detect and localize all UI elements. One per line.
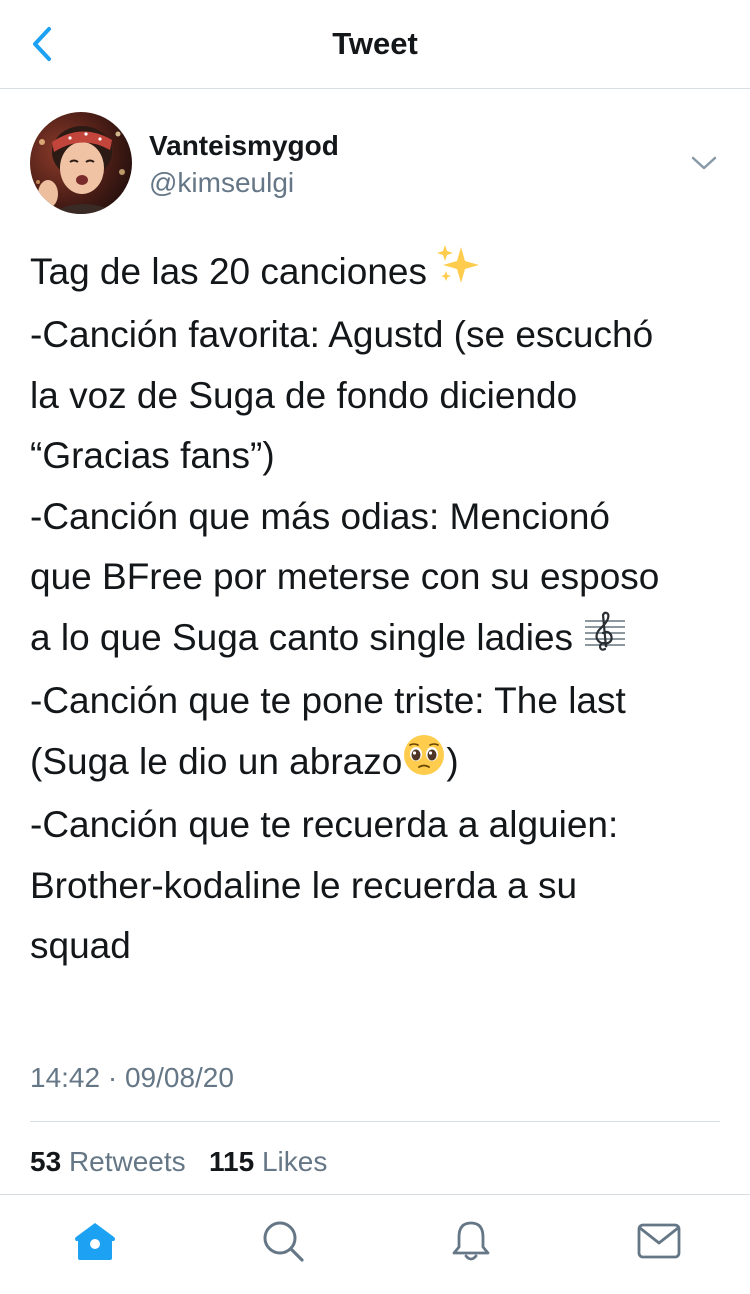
tweet-stats: 53 Retweets 115 Likes bbox=[30, 1146, 327, 1178]
tweet-line: Tag de las 20 canciones bbox=[30, 242, 730, 305]
pleading-face-icon bbox=[402, 733, 446, 796]
retweets-count: 53 bbox=[30, 1146, 62, 1177]
more-options-button[interactable] bbox=[688, 150, 720, 176]
tweet-line: la voz de Suga de fondo diciendo bbox=[30, 374, 578, 416]
tweet-line: squad bbox=[30, 925, 131, 967]
chevron-down-icon bbox=[691, 156, 717, 170]
likes-stat[interactable]: 115 Likes bbox=[209, 1146, 327, 1177]
page-title: Tweet bbox=[332, 26, 418, 61]
tweet-line: (Suga le dio un abrazo) bbox=[30, 732, 730, 795]
tweet-line: -Canción que te recuerda a alguien: bbox=[30, 804, 619, 846]
retweets-label: Retweets bbox=[68, 1146, 186, 1177]
retweets-stat[interactable]: 53 Retweets bbox=[30, 1146, 186, 1177]
tab-search[interactable] bbox=[258, 1219, 308, 1263]
sparkles-icon bbox=[437, 243, 481, 306]
bell-icon bbox=[452, 1221, 490, 1261]
tweet-line: -Canción favorita: Agustd (se escuchó bbox=[30, 314, 654, 356]
tweet-line: -Canción que más odias: Mencionó bbox=[30, 495, 610, 537]
tab-messages[interactable] bbox=[634, 1219, 684, 1263]
bottom-tab-bar bbox=[0, 1195, 750, 1294]
likes-count: 115 bbox=[209, 1146, 255, 1177]
home-icon bbox=[75, 1223, 115, 1260]
divider bbox=[30, 1121, 720, 1122]
tweet-text: Tag de las 20 canciones -Canción favorit… bbox=[30, 242, 730, 977]
treble-clef-icon bbox=[583, 609, 627, 672]
tweet-line: a lo que Suga canto single ladies bbox=[30, 608, 730, 671]
tweet-line: -Canción que te pone triste: The last bbox=[30, 680, 626, 722]
envelope-icon bbox=[637, 1223, 681, 1259]
likes-label: Likes bbox=[261, 1146, 328, 1177]
top-nav-bar: Tweet bbox=[0, 0, 750, 89]
display-name[interactable]: Vanteismygod bbox=[149, 130, 339, 162]
tweet-author: Vanteismygod @kimseulgi bbox=[30, 112, 720, 216]
tab-home[interactable] bbox=[70, 1219, 120, 1263]
tweet-line: Brother-kodaline le recuerda a su bbox=[30, 864, 578, 906]
avatar-image bbox=[30, 112, 132, 214]
tweet-timestamp: 14:42 · 09/08/20 bbox=[30, 1062, 234, 1093]
tweet-line: “Gracias fans”) bbox=[30, 435, 275, 477]
search-icon bbox=[263, 1221, 304, 1262]
user-handle[interactable]: @kimseulgi bbox=[149, 167, 294, 199]
tweet-line: que BFree por meterse con su esposo bbox=[30, 556, 660, 598]
tab-notifications[interactable] bbox=[446, 1219, 496, 1263]
avatar[interactable] bbox=[30, 112, 132, 214]
